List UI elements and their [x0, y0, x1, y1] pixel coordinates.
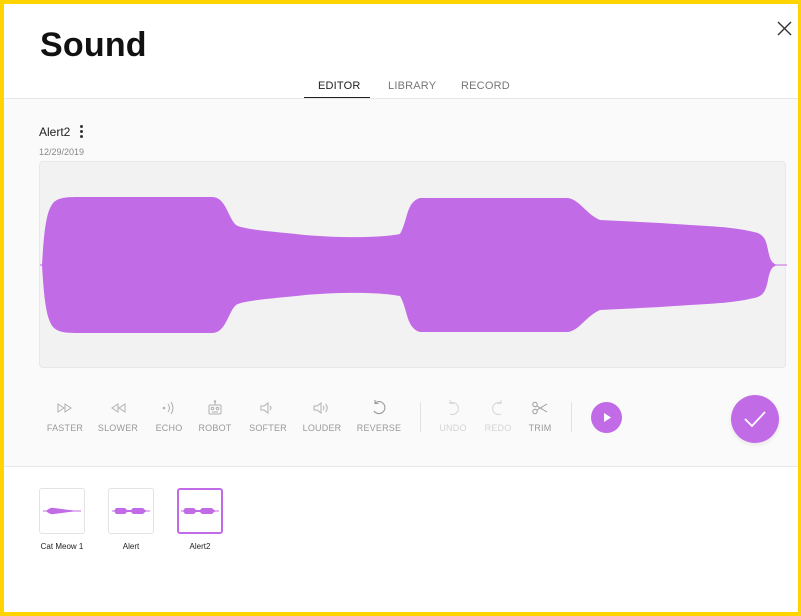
- faster-label: FASTER: [46, 423, 84, 433]
- robot-icon: [208, 400, 222, 415]
- trim-label: TRIM: [528, 423, 552, 433]
- sound-thumbnail: [39, 488, 85, 534]
- sound-thumbnail: [108, 488, 154, 534]
- waveform: [40, 197, 787, 333]
- toolbar-divider: [571, 402, 572, 432]
- library-item-name: Alert: [122, 542, 140, 551]
- scissors-icon: [532, 401, 548, 415]
- louder-label: LOUDER: [302, 423, 342, 433]
- slower-button[interactable]: SLOWER: [93, 398, 143, 433]
- tab-library[interactable]: LIBRARY: [388, 80, 436, 96]
- library-item-selected[interactable]: Alert2: [177, 488, 223, 551]
- trim-button[interactable]: TRIM: [515, 398, 565, 433]
- speaker-high-icon: [313, 402, 328, 414]
- slower-label: SLOWER: [97, 423, 139, 433]
- echo-label: ECHO: [155, 423, 183, 433]
- redo-icon: [492, 400, 502, 416]
- confirm-button[interactable]: [731, 395, 779, 443]
- sound-date: 12/29/2019: [39, 147, 85, 157]
- softer-label: SOFTER: [249, 423, 287, 433]
- louder-button[interactable]: LOUDER: [297, 398, 347, 433]
- library-item[interactable]: Alert: [108, 488, 154, 551]
- reverse-button[interactable]: REVERSE: [354, 398, 404, 433]
- kebab-menu-icon[interactable]: [78, 124, 84, 138]
- waveform-panel[interactable]: [39, 161, 787, 368]
- sound-thumbnail: [177, 488, 223, 534]
- sound-name[interactable]: Alert2: [39, 125, 70, 139]
- echo-button[interactable]: ECHO: [144, 398, 194, 433]
- tab-bar: EDITOR LIBRARY RECORD: [0, 80, 801, 98]
- tab-divider: [4, 98, 798, 99]
- speaker-low-icon: [260, 402, 272, 414]
- rewind-icon: [111, 403, 126, 413]
- toolbar-divider: [420, 402, 421, 432]
- robot-button[interactable]: ROBOT: [190, 398, 240, 433]
- undo-label: UNDO: [439, 423, 467, 433]
- close-icon: [777, 21, 792, 36]
- reverse-label: REVERSE: [356, 423, 402, 433]
- tab-editor[interactable]: EDITOR: [318, 80, 361, 96]
- page-title: Sound: [40, 26, 147, 64]
- library-item-name: Cat Meow 1: [40, 542, 84, 551]
- fast-forward-icon: [57, 403, 72, 413]
- play-button[interactable]: [591, 402, 622, 433]
- robot-label: ROBOT: [198, 423, 232, 433]
- library-item[interactable]: Cat Meow 1: [39, 488, 85, 551]
- echo-icon: [162, 401, 174, 415]
- waveform-thumbnail: [43, 507, 81, 515]
- waveform-thumbnail: [181, 508, 219, 514]
- check-icon: [744, 411, 766, 428]
- tab-record[interactable]: RECORD: [461, 80, 510, 96]
- softer-button[interactable]: SOFTER: [243, 398, 293, 433]
- undo-button[interactable]: UNDO: [428, 398, 478, 433]
- undo-icon: [449, 400, 459, 416]
- library-item-name: Alert2: [189, 542, 211, 551]
- faster-button[interactable]: FASTER: [40, 398, 90, 433]
- close-button[interactable]: [774, 18, 796, 40]
- waveform-thumbnail: [112, 508, 150, 514]
- reverse-icon: [373, 400, 386, 415]
- play-icon: [603, 413, 611, 422]
- library-divider: [4, 466, 798, 467]
